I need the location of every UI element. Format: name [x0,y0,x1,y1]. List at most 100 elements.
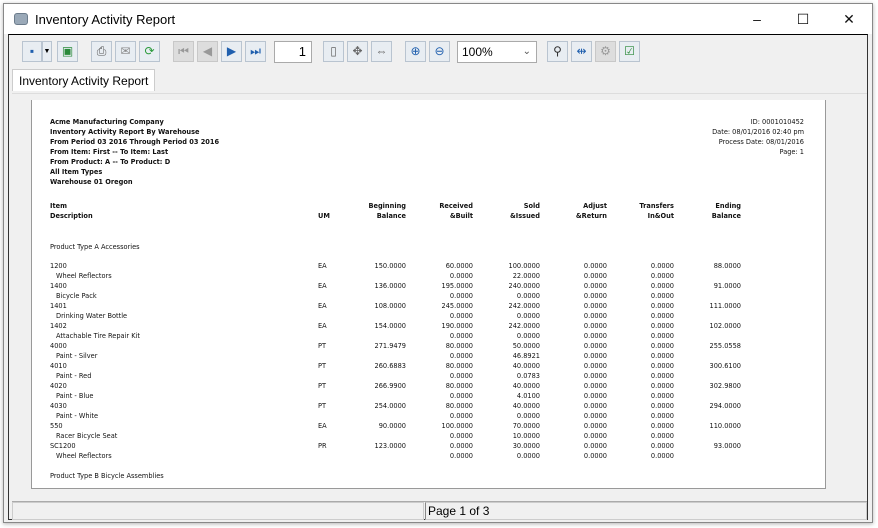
column-header-received: &Built [449,212,473,220]
zoom-in-icon[interactable]: ⊕ [405,41,426,62]
value-adj: 0.0000 [583,322,607,330]
page-info: Page 1 of 3 [425,502,867,520]
maximize-button[interactable]: ☐ [780,4,826,34]
item-description: Paint - Silver [56,352,98,360]
value-end: 91.0000 [713,282,741,290]
column-header-beginning: Balance [376,212,406,220]
value-sold2: 0.0000 [516,332,540,340]
group-header: Product Type A Accessories [50,243,140,251]
value-beg: 150.0000 [374,262,406,270]
value-rec2: 0.0000 [449,452,473,460]
refresh-icon[interactable]: ⟳ [139,41,160,62]
page-icon[interactable]: ▯ [323,41,344,62]
value-rec: 80.0000 [445,382,473,390]
value-sold: 240.0000 [508,282,540,290]
report-header-line: Inventory Activity Report By Warehouse [50,128,200,136]
value-beg: 123.0000 [374,442,406,450]
value-tr2: 0.0000 [650,352,674,360]
item-number: SC1200 [50,442,76,450]
value-tr2: 0.0000 [650,332,674,340]
last-page-icon[interactable]: ⏭ [245,41,266,62]
item-description: Paint - White [56,412,99,420]
report-header-line: From Product: A -- To Product: D [50,158,171,166]
page-number-input[interactable]: 1 [274,41,312,63]
value-rec: 195.0000 [441,282,473,290]
item-number: 1402 [50,322,67,330]
save-icon[interactable]: ▪ [22,41,42,62]
report-header-line: All Item Types [50,168,103,176]
value-adj: 0.0000 [583,302,607,310]
item-description: Drinking Water Bottle [56,312,128,320]
value-sold2: 0.0000 [516,452,540,460]
item-number: 4030 [50,402,67,410]
parameters-icon[interactable]: ☑ [619,41,640,62]
dropdown-icon[interactable]: ▼ [42,41,52,62]
next-page-icon[interactable]: ▶ [221,41,242,62]
value-rec2: 0.0000 [449,292,473,300]
settings-icon[interactable]: ⚙ [595,41,616,62]
tab-inventory-activity-report[interactable]: Inventory Activity Report [12,69,156,91]
value-adj: 0.0000 [583,422,607,430]
value-tr: 0.0000 [650,302,674,310]
item-description: Paint - Red [56,372,92,380]
value-rec2: 0.0000 [449,272,473,280]
report-header-line: Warehouse 01 Oregon [50,178,133,186]
fit-page-icon[interactable]: ✥ [347,41,368,62]
value-adj: 0.0000 [583,382,607,390]
value-sold2: 22.0000 [512,272,540,280]
item-um: PT [318,382,327,390]
value-tr2: 0.0000 [650,312,674,320]
find-icon[interactable]: ⚲ [547,41,568,62]
value-adj2: 0.0000 [583,372,607,380]
value-beg: 154.0000 [374,322,406,330]
page-setup-icon[interactable]: ⇹ [571,41,592,62]
close-button[interactable]: ✕ [826,4,872,34]
value-rec: 80.0000 [445,362,473,370]
value-end: 111.0000 [709,302,741,310]
group-header: Product Type B Bicycle Assemblies [50,472,164,480]
value-sold2: 0.0000 [516,412,540,420]
prev-page-icon[interactable]: ◀ [197,41,218,62]
value-adj2: 0.0000 [583,452,607,460]
value-tr2: 0.0000 [650,412,674,420]
item-um: PT [318,362,327,370]
value-tr: 0.0000 [650,382,674,390]
value-sold: 30.0000 [512,442,540,450]
value-sold2: 4.0100 [516,392,540,400]
item-number: 4010 [50,362,67,370]
item-um: PT [318,342,327,350]
email-icon[interactable]: ✉ [115,41,136,62]
print-icon[interactable]: ⎙ [91,41,112,62]
value-beg: 136.0000 [374,282,406,290]
column-header-adjust: &Return [575,212,607,220]
minimize-button[interactable]: – [734,4,780,34]
first-page-icon[interactable]: ⏮ [173,41,194,62]
report-viewer: Acme Manufacturing Company Inventory Acti… [12,93,867,497]
value-tr: 0.0000 [650,422,674,430]
value-adj2: 0.0000 [583,432,607,440]
value-sold2: 0.0783 [516,372,540,380]
item-um: PT [318,402,327,410]
zoom-select[interactable]: 100% ⌄ [457,41,537,63]
value-adj: 0.0000 [583,282,607,290]
item-number: 1400 [50,282,67,290]
value-adj: 0.0000 [583,442,607,450]
value-adj2: 0.0000 [583,332,607,340]
fit-width-icon[interactable]: ⇔ [371,41,392,62]
column-header-beginning: Beginning [368,202,406,210]
value-beg: 90.0000 [378,422,406,430]
export-image-icon[interactable]: ▣ [57,41,78,62]
report-meta-line: Page: 1 [779,148,804,156]
value-adj2: 0.0000 [583,312,607,320]
app-icon [14,13,28,25]
zoom-out-icon[interactable]: ⊖ [429,41,450,62]
value-rec2: 0.0000 [449,312,473,320]
value-adj: 0.0000 [583,362,607,370]
value-sold: 50.0000 [512,342,540,350]
value-rec2: 0.0000 [449,392,473,400]
item-um: EA [318,302,327,310]
value-adj2: 0.0000 [583,412,607,420]
item-number: 4000 [50,342,67,350]
report-meta-line: ID: 0001010452 [750,118,804,126]
status-bar: Page 1 of 3 [12,501,867,520]
